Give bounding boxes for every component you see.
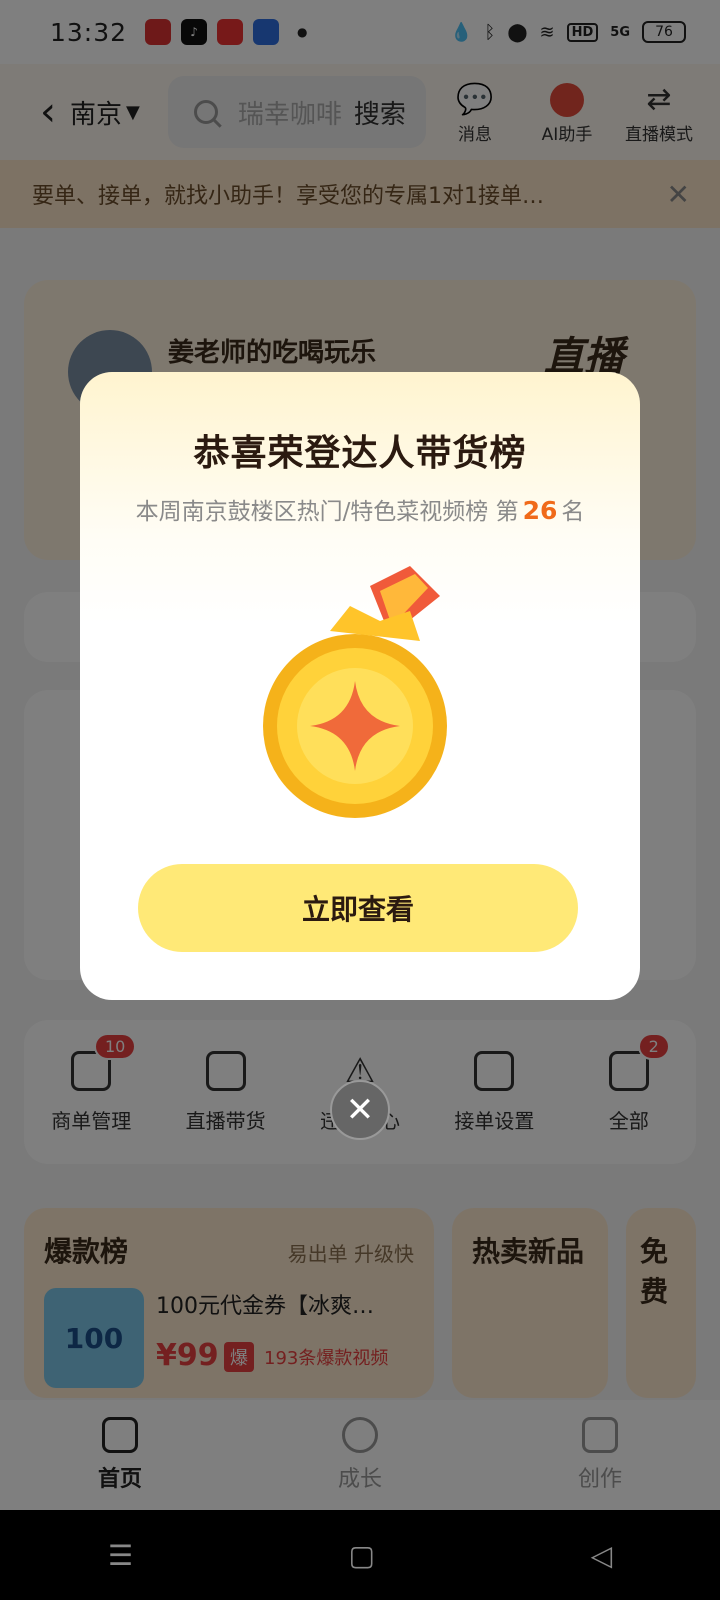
dialog-subtitle: 本周南京鼓楼区热门/特色菜视频榜 第 26 名 (80, 492, 640, 526)
view-now-button[interactable]: 立即查看 (138, 864, 578, 952)
subtitle-suffix: 名 (561, 499, 585, 525)
app-screen: 13:32 ♪ ● 💧 ᛒ ⬤ ≋ HD 5G 76 ‹ 南京 ▼ 瑞幸咖啡 搜… (0, 0, 720, 1600)
close-dialog-button[interactable]: ✕ (330, 1080, 390, 1140)
menu-icon[interactable]: ☰ (108, 1539, 133, 1572)
home-icon[interactable]: ▢ (349, 1539, 375, 1572)
rank-number: 26 (522, 496, 558, 525)
dialog-title: 恭喜荣登达人带货榜 (193, 433, 527, 474)
back-triangle-icon[interactable]: ◁ (591, 1539, 613, 1572)
ranking-dialog: 恭喜荣登达人带货榜 本周南京鼓楼区热门/特色菜视频榜 第 26 名 立即查看 (80, 372, 640, 1000)
subtitle-prefix: 本周南京鼓楼区热门/特色菜视频榜 第 (135, 499, 519, 525)
medal-icon (263, 566, 447, 818)
close-icon: ✕ (345, 1090, 375, 1130)
system-nav-bar: ☰ ▢ ◁ (0, 1510, 720, 1600)
